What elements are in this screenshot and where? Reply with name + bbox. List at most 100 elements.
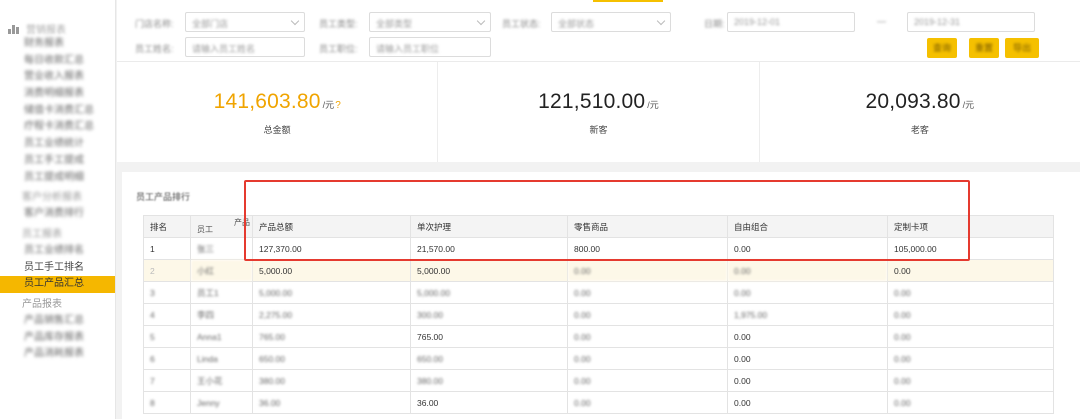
- new-customer-amount: 121,510.00: [538, 90, 646, 113]
- sidebar-item[interactable]: 消费明细报表: [0, 86, 115, 103]
- sidebar-item[interactable]: 员工产品汇总: [0, 276, 115, 293]
- table-body: 1 张三 127,370.00 21,570.00 800.00 0.00 105,000.…: [143, 237, 1054, 414]
- custom-card-cell: 0.00: [887, 391, 1054, 414]
- sidebar-item[interactable]: 产品库存报表: [0, 330, 115, 347]
- section-title: 员工产品排行: [136, 192, 191, 202]
- col-custom-card: 定制卡项: [887, 215, 1054, 238]
- sidebar-item[interactable]: 储值卡消费汇总: [0, 103, 115, 120]
- custom-card-cell: 0.00: [887, 303, 1054, 326]
- search-button[interactable]: 查询: [927, 38, 957, 58]
- total-label: 总金额: [263, 125, 291, 135]
- custom-card-cell: 0.00: [887, 281, 1054, 304]
- returning-customer-amount: 20,093.80: [865, 90, 961, 113]
- product-total-cell: 36.00: [252, 391, 411, 414]
- export-button[interactable]: 导出: [1005, 38, 1039, 58]
- store-label: 门店名称:: [135, 19, 174, 29]
- ranking-panel: 员工产品排行 排名 产品 员工 产品总额 单次护理 零售商品 自由组合 定制卡项…: [122, 172, 1080, 419]
- help-icon[interactable]: ?: [335, 100, 341, 111]
- staff-name-cell: Jenny: [190, 391, 253, 414]
- sidebar-item[interactable]: 员工业绩排名: [0, 243, 115, 260]
- date-label: 日期:: [704, 19, 725, 29]
- sidebar-group-label: 客户分析报表: [22, 192, 82, 204]
- single-care-cell: 5,000.00: [410, 259, 568, 282]
- table-row: 6 Linda 650.00 650.00 0.00 0.00 0.00: [143, 347, 1054, 370]
- staff-name-cell: 小红: [190, 259, 253, 282]
- new-customer-unit: /元: [647, 100, 659, 110]
- retail-cell: 0.00: [567, 391, 728, 414]
- free-combo-cell: 0.00: [727, 237, 888, 260]
- custom-card-cell: 0.00: [887, 259, 1054, 282]
- corner-product-label: 产品: [234, 218, 250, 227]
- job-input[interactable]: 请输入员工职位: [369, 37, 491, 57]
- product-total-cell: 127,370.00: [252, 237, 411, 260]
- total-amount: 141,603.80: [213, 90, 321, 113]
- free-combo-cell: 1,975.00: [727, 303, 888, 326]
- date-separator: —: [877, 16, 886, 26]
- product-total-cell: 5,000.00: [252, 281, 411, 304]
- corner-staff-label: 员工: [197, 225, 213, 234]
- sidebar-item[interactable]: 员工业绩统计: [0, 136, 115, 153]
- product-total-cell: 380.00: [252, 369, 411, 392]
- sidebar-item[interactable]: 员工提成明细: [0, 170, 115, 187]
- status-label: 员工状态:: [502, 19, 541, 29]
- name-input[interactable]: 请输入员工姓名: [185, 37, 305, 57]
- rank-cell: 1: [143, 237, 191, 260]
- table-row: 2 小红 5,000.00 5,000.00 0.00 0.00 0.00: [143, 259, 1054, 282]
- custom-card-cell: 0.00: [887, 369, 1054, 392]
- reset-button[interactable]: 重置: [969, 38, 999, 58]
- date-end-input[interactable]: 2019-12-31: [907, 12, 1035, 32]
- col-rank: 排名: [143, 215, 191, 238]
- free-combo-cell: 0.00: [727, 259, 888, 282]
- sidebar-group-label: 产品报表: [22, 298, 62, 310]
- ranking-table: 排名 产品 员工 产品总额 单次护理 零售商品 自由组合 定制卡项 1 张三 127…: [143, 215, 1054, 414]
- staff-name-cell: Anna1: [190, 325, 253, 348]
- single-care-cell: 765.00: [410, 325, 568, 348]
- product-total-cell: 2,275.00: [252, 303, 411, 326]
- staff-name-cell: 王小花: [190, 369, 253, 392]
- chevron-down-icon: [476, 16, 486, 26]
- active-tab-indicator: [593, 0, 663, 2]
- sidebar-item[interactable]: 员工手工提成: [0, 153, 115, 170]
- sidebar-item[interactable]: 产品销售汇总: [0, 313, 115, 330]
- sidebar-item[interactable]: 每日收款汇总: [0, 53, 115, 70]
- retail-cell: 0.00: [567, 259, 728, 282]
- sidebar-item[interactable]: 产品消耗报表: [0, 346, 115, 363]
- store-select[interactable]: 全部门店: [185, 12, 305, 32]
- rank-cell: 4: [143, 303, 191, 326]
- filter-bar: 门店名称: 全部门店 员工类型: 全部类型 员工状态: 全部状态 日期: 201…: [117, 0, 1080, 62]
- summary-card-total: 141,603.80/元? 总金额: [117, 62, 439, 162]
- rank-cell: 2: [143, 259, 191, 282]
- staff-name-cell: 李四: [190, 303, 253, 326]
- rank-cell: 5: [143, 325, 191, 348]
- table-row: 4 李四 2,275.00 300.00 0.00 1,975.00 0.00: [143, 303, 1054, 326]
- job-label: 员工职位:: [319, 44, 358, 54]
- single-care-cell: 21,570.00: [410, 237, 568, 260]
- single-care-cell: 36.00: [410, 391, 568, 414]
- sidebar-header-label: 营销报表: [26, 24, 66, 36]
- sidebar-item[interactable]: 财务报表: [0, 36, 115, 53]
- custom-card-cell: 0.00: [887, 325, 1054, 348]
- free-combo-cell: 0.00: [727, 347, 888, 370]
- table-row: 3 员工1 5,000.00 5,000.00 0.00 0.00 0.00: [143, 281, 1054, 304]
- sidebar: 营销报表 财务报表 每日收款汇总 营业收入报表 消费明细报表 储值卡消费汇总 疗程卡消费汇…: [0, 0, 116, 419]
- staff-name-cell: 员工1: [190, 281, 253, 304]
- sidebar-group-label: 员工报表: [22, 228, 62, 240]
- col-product-total: 产品总额: [252, 215, 411, 238]
- table-row: 7 王小花 380.00 380.00 0.00 0.00 0.00: [143, 369, 1054, 392]
- staff-name-cell: Linda: [190, 347, 253, 370]
- type-select[interactable]: 全部类型: [369, 12, 491, 32]
- sidebar-item[interactable]: 营业收入报表: [0, 69, 115, 86]
- rank-cell: 3: [143, 281, 191, 304]
- sidebar-item[interactable]: 疗程卡消费汇总: [0, 119, 115, 136]
- sidebar-item[interactable]: 员工手工排名: [0, 260, 115, 277]
- single-care-cell: 300.00: [410, 303, 568, 326]
- status-select[interactable]: 全部状态: [551, 12, 671, 32]
- product-total-cell: 765.00: [252, 325, 411, 348]
- date-start-input[interactable]: 2019-12-01: [727, 12, 855, 32]
- col-single-care: 单次护理: [410, 215, 568, 238]
- table-row: 1 张三 127,370.00 21,570.00 800.00 0.00 105,000.…: [143, 237, 1054, 260]
- retail-cell: 0.00: [567, 281, 728, 304]
- sidebar-item[interactable]: 客户消费排行: [0, 206, 115, 223]
- free-combo-cell: 0.00: [727, 391, 888, 414]
- sidebar-header[interactable]: 营销报表: [0, 0, 115, 36]
